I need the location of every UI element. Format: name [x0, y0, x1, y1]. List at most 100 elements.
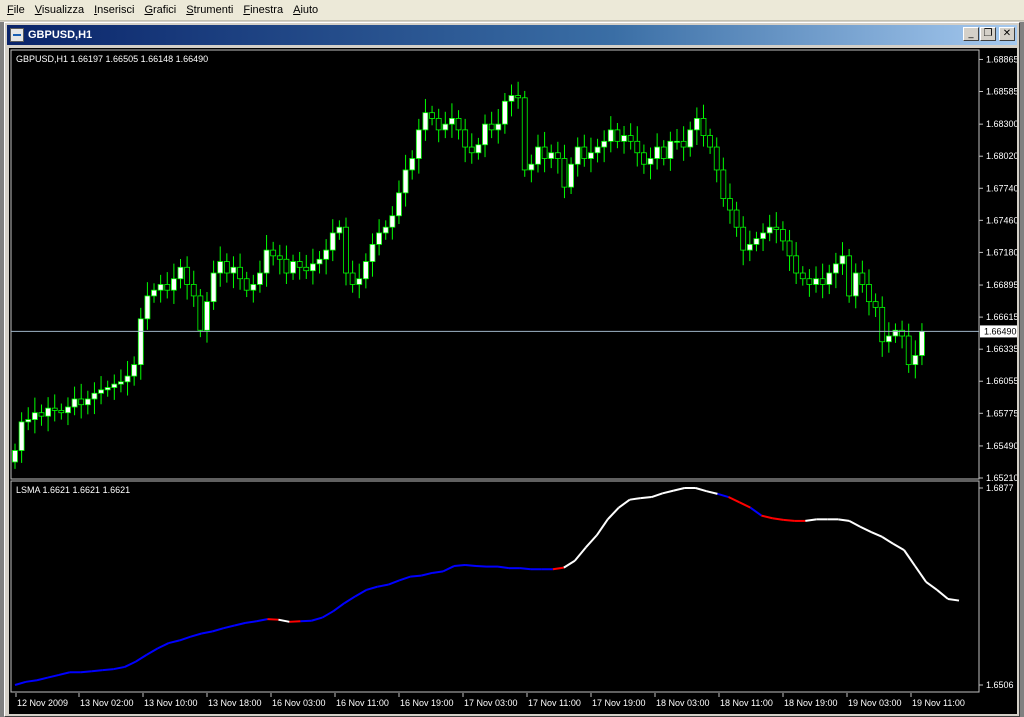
- candle-bull: [687, 129, 694, 148]
- lsma-segment: [168, 639, 180, 645]
- menu-finestra[interactable]: Finestra: [240, 4, 290, 16]
- candle-bull: [753, 238, 760, 245]
- candle-bull: [746, 243, 753, 251]
- lsma-segment: [695, 487, 707, 493]
- candle-bear: [435, 118, 442, 131]
- lsma-segment: [256, 618, 268, 623]
- candle-bear: [720, 169, 727, 199]
- time-axis-label: 16 Nov 11:00: [336, 698, 389, 708]
- lsma-segment: [311, 616, 323, 622]
- candle-bull: [250, 284, 257, 291]
- lsma-segment: [838, 518, 850, 522]
- candle-bear: [468, 146, 475, 154]
- price-axis-label: 1.65210: [986, 473, 1017, 483]
- price-axis-label: 1.65775: [986, 408, 1017, 418]
- lsma-segment: [58, 671, 71, 676]
- candle-bear: [78, 398, 85, 406]
- chart-window[interactable]: GBPUSD,H1 _ ❐ ✕ 1.68865 1.68585 1.68300 1.6…: [4, 22, 1020, 717]
- candle-bear: [819, 278, 826, 285]
- candle-bear: [515, 95, 522, 99]
- chart-window-titlebar[interactable]: GBPUSD,H1 _ ❐ ✕: [7, 25, 1017, 45]
- candle-bull: [309, 263, 316, 272]
- menu-grafici[interactable]: Grafici: [141, 4, 183, 16]
- candle-bull: [45, 407, 51, 417]
- candle-bull: [104, 387, 111, 391]
- time-axis-label: 18 Nov 03:00: [656, 698, 710, 708]
- candle-bull: [594, 146, 601, 154]
- lsma-segment: [377, 583, 389, 588]
- candle-bear: [905, 335, 912, 366]
- candle-bear: [627, 135, 634, 142]
- candle-bull: [217, 261, 224, 274]
- lsma-segment: [574, 546, 587, 562]
- price-axis-label: 1.66895: [986, 280, 1017, 290]
- lsma-segment: [618, 498, 631, 509]
- lsma-segment: [739, 501, 751, 509]
- candle-bear: [303, 266, 310, 272]
- price-axis-label: 1.66055: [986, 376, 1017, 386]
- lsma-segment: [365, 585, 378, 591]
- candle-bear: [184, 266, 191, 285]
- lsma-segment: [903, 549, 916, 567]
- menu-strumenti[interactable]: Strumenti: [183, 4, 240, 16]
- lsma-segment: [728, 496, 740, 504]
- menu-visualizza[interactable]: Visualizza: [32, 4, 91, 16]
- lsma-segment: [321, 610, 334, 619]
- lsma-segment: [805, 518, 817, 522]
- lsma-segment: [223, 624, 235, 630]
- candle-bull: [647, 158, 654, 165]
- candle-bear: [190, 284, 197, 297]
- lsma-segment: [848, 520, 861, 528]
- lsma-segment: [14, 680, 27, 686]
- candle-bull: [667, 140, 674, 159]
- candle-bull: [826, 272, 833, 285]
- candle-bull: [111, 383, 118, 388]
- menu-aiuto[interactable]: Aiuto: [290, 4, 325, 16]
- menu-inserisci[interactable]: Inserisci: [91, 4, 141, 16]
- candle-bull: [885, 335, 892, 343]
- lsma-segment: [651, 492, 663, 498]
- candle-bull: [263, 249, 270, 274]
- lsma-segment: [772, 517, 784, 521]
- price-axis-label: 1.67460: [986, 215, 1017, 225]
- menu-file[interactable]: File: [4, 4, 32, 16]
- lsma-segment: [640, 496, 652, 500]
- lsma-segment: [859, 525, 872, 533]
- lsma-segment: [102, 668, 114, 672]
- lsma-segment: [289, 620, 301, 623]
- candle-bull: [501, 100, 508, 125]
- lsma-segment: [552, 566, 564, 571]
- lsma-segment: [212, 627, 224, 633]
- candle-bull: [118, 381, 124, 385]
- chart-window-icon: [10, 28, 24, 42]
- lsma-segment: [398, 575, 411, 582]
- lsma-segment: [519, 567, 532, 571]
- candle-bear: [786, 240, 793, 257]
- candle-bear: [866, 284, 872, 303]
- lsma-segment: [113, 665, 125, 671]
- price-axis: 1.68865 1.68585 1.68300 1.68020 1.67740 1.674…: [979, 54, 1017, 483]
- restore-button[interactable]: ❐: [980, 27, 996, 41]
- candle-bear: [740, 226, 747, 251]
- candle-bull: [535, 146, 541, 165]
- chart-svg[interactable]: 1.68865 1.68585 1.68300 1.68020 1.67740 1.674…: [9, 48, 1017, 714]
- chart-canvas[interactable]: 1.68865 1.68585 1.68300 1.68020 1.67740 1.674…: [9, 48, 1017, 714]
- lsma-segment: [881, 536, 894, 545]
- candle-bull: [852, 272, 859, 297]
- candle-bear: [164, 284, 171, 291]
- price-axis-label: 1.67740: [986, 183, 1017, 193]
- candle-bear: [455, 118, 462, 131]
- lsma-segment: [179, 635, 191, 642]
- minimize-button[interactable]: _: [963, 27, 979, 41]
- close-button[interactable]: ✕: [999, 27, 1015, 41]
- candle-bull: [422, 112, 429, 131]
- time-axis-label: 16 Nov 19:00: [400, 698, 454, 708]
- candle-bull: [482, 123, 488, 146]
- candle-bear: [243, 278, 250, 291]
- candle-bull: [91, 392, 98, 400]
- candle-bear: [283, 258, 290, 274]
- candle-bull: [389, 215, 396, 228]
- indicator-axis-bottom: 1.6506: [986, 680, 1014, 690]
- candle-bull: [170, 278, 177, 291]
- candle-bull: [18, 421, 25, 451]
